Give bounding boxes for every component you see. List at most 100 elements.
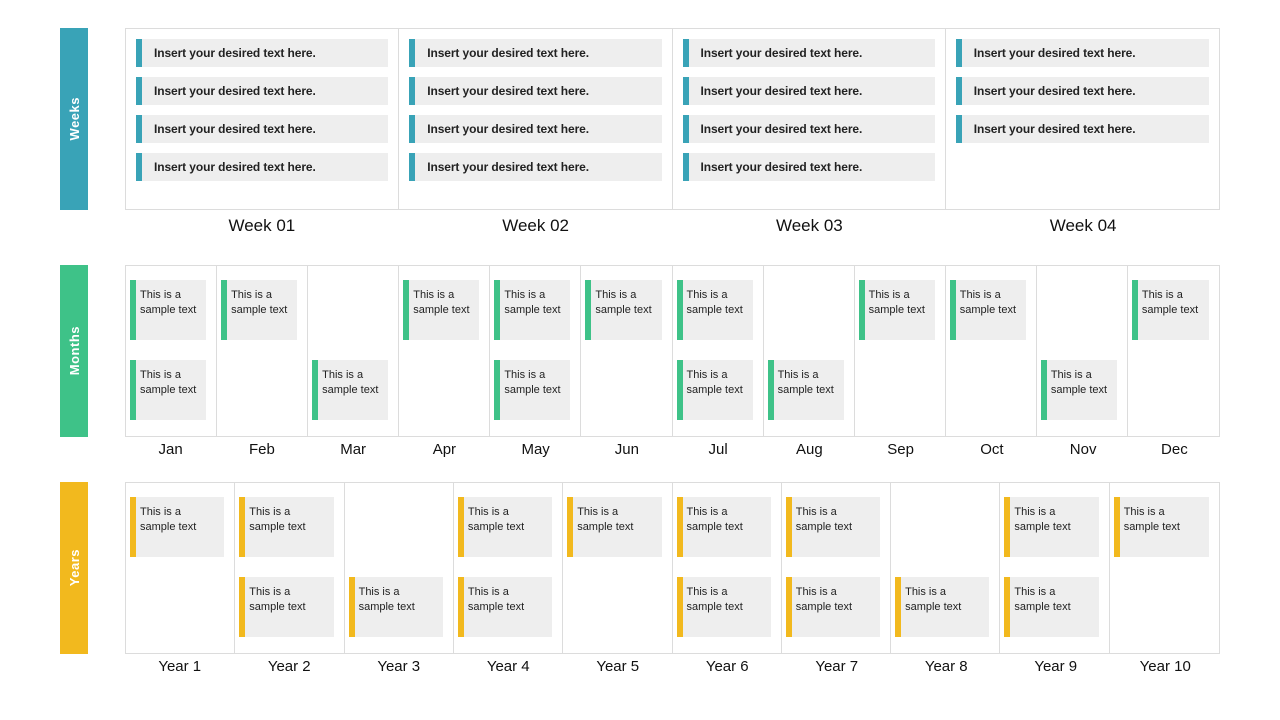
week-item: Insert your desired text here.: [409, 153, 661, 181]
year-column-label: Year 8: [892, 658, 1002, 675]
row-label-years-text: Years: [67, 549, 82, 586]
months-column: This is a sample text: [946, 266, 1037, 436]
year-column-label: Year 3: [344, 658, 454, 675]
row-label-months-text: Months: [67, 326, 82, 375]
timeline-card: This is a sample text: [677, 497, 771, 557]
week-column-label: Week 01: [125, 216, 399, 236]
months-column: This is a sample text: [217, 266, 308, 436]
week-item: Insert your desired text here.: [136, 115, 388, 143]
week-column-label: Week 04: [946, 216, 1220, 236]
timeline-card: This is a sample text: [1041, 360, 1117, 420]
year-column-label: Year 2: [235, 658, 345, 675]
months-grid: This is a sample textThis is a sample te…: [125, 265, 1220, 437]
row-label-years: Years: [60, 482, 88, 654]
week-item: Insert your desired text here.: [956, 39, 1209, 67]
timeline-card: This is a sample text: [403, 280, 479, 340]
week-item: Insert your desired text here.: [136, 153, 388, 181]
months-column: This is a sample text: [581, 266, 672, 436]
week-item: Insert your desired text here.: [683, 39, 935, 67]
month-column-label: Apr: [399, 441, 490, 458]
months-column: This is a sample text This is a sample te…: [490, 266, 581, 436]
month-column-label: Jun: [581, 441, 672, 458]
timeline-card: This is a sample text: [494, 280, 570, 340]
month-column-label: Dec: [1129, 441, 1220, 458]
timeline-card: This is a sample text: [859, 280, 935, 340]
timeline-card: This is a sample text: [130, 497, 224, 557]
month-column-label: Nov: [1038, 441, 1129, 458]
timeline-card: This is a sample text: [312, 360, 388, 420]
month-column-label: Jan: [125, 441, 216, 458]
timeline-card: This is a sample text: [1132, 280, 1209, 340]
month-column-label: Sep: [855, 441, 946, 458]
months-column: This is a sample text: [1037, 266, 1128, 436]
years-grid: This is a sample textThis is a sample te…: [125, 482, 1220, 654]
timeline-card: This is a sample text: [130, 360, 206, 420]
months-column: This is a sample text: [308, 266, 399, 436]
week-item: Insert your desired text here.: [956, 115, 1209, 143]
weeks-column: Insert your desired text here. Insert you…: [399, 29, 672, 209]
years-column: This is a sample text: [563, 483, 672, 653]
years-column: This is a sample text: [345, 483, 454, 653]
weeks-column: Insert your desired text here. Insert you…: [673, 29, 946, 209]
week-item: Insert your desired text here.: [683, 115, 935, 143]
years-column: This is a sample text This is a sample te…: [673, 483, 782, 653]
weeks-grid: Insert your desired text here. Insert you…: [125, 28, 1220, 210]
timeline-card: This is a sample text: [494, 360, 570, 420]
week-item: Insert your desired text here.: [409, 115, 661, 143]
timeline-card: This is a sample text: [1004, 577, 1098, 637]
timeline-card: This is a sample text: [786, 497, 880, 557]
week-item: Insert your desired text here.: [683, 77, 935, 105]
timeline-card: This is a sample text: [239, 577, 333, 637]
timeline-diagram: Weeks Months Years Insert your desired t…: [0, 0, 1280, 720]
timeline-card: This is a sample text: [349, 577, 443, 637]
week-item: Insert your desired text here.: [409, 77, 661, 105]
year-column-label: Year 10: [1111, 658, 1221, 675]
month-column-label: Mar: [308, 441, 399, 458]
years-column: This is a sample text This is a sample te…: [782, 483, 891, 653]
weeks-column: Insert your desired text here. Insert you…: [126, 29, 399, 209]
timeline-card: This is a sample text: [239, 497, 333, 557]
year-column-label: Year 5: [563, 658, 673, 675]
week-column-label: Week 02: [399, 216, 673, 236]
week-item: Insert your desired text here.: [136, 77, 388, 105]
timeline-card: This is a sample text: [677, 280, 753, 340]
years-labels: Year 1Year 2Year 3Year 4Year 5Year 6 Year…: [125, 658, 1220, 675]
week-item: Insert your desired text here.: [136, 39, 388, 67]
timeline-card: This is a sample text: [458, 497, 552, 557]
timeline-card: This is a sample text: [1004, 497, 1098, 557]
years-column: This is a sample text: [126, 483, 235, 653]
weeks-column: Insert your desired text here. Insert you…: [946, 29, 1219, 209]
months-column: This is a sample textThis is a sample te…: [673, 266, 764, 436]
month-column-label: Aug: [764, 441, 855, 458]
years-column: This is a sample text This is a sample te…: [1000, 483, 1109, 653]
timeline-card: This is a sample text: [567, 497, 661, 557]
week-item: Insert your desired text here.: [956, 77, 1209, 105]
week-column-label: Week 03: [673, 216, 947, 236]
year-column-label: Year 4: [454, 658, 564, 675]
timeline-card: This is a sample text: [768, 360, 844, 420]
months-column: This is a sample text This is a sample te…: [126, 266, 217, 436]
week-item: Insert your desired text here.: [409, 39, 661, 67]
timeline-card: This is a sample text: [677, 577, 771, 637]
timeline-card: This is a sample text: [950, 280, 1026, 340]
months-column: This is a sample text: [399, 266, 490, 436]
years-column: This is a sample text: [1110, 483, 1219, 653]
year-column-label: Year 1: [125, 658, 235, 675]
month-column-label: Oct: [946, 441, 1037, 458]
month-column-label: Feb: [216, 441, 307, 458]
months-column: This is a sample text: [855, 266, 946, 436]
timeline-card: This is a sample text: [786, 577, 880, 637]
months-labels: JanFebMarAprMayJunJulAugSepOctNovDec: [125, 441, 1220, 458]
month-column-label: May: [490, 441, 581, 458]
row-label-weeks-text: Weeks: [67, 97, 82, 140]
timeline-card: This is a sample text: [585, 280, 661, 340]
months-column: This is a sample text: [1128, 266, 1219, 436]
timeline-card: This is a sample text: [458, 577, 552, 637]
year-column-label: Year 6: [673, 658, 783, 675]
month-column-label: Jul: [673, 441, 764, 458]
row-label-weeks: Weeks: [60, 28, 88, 210]
timeline-card: This is a sample text: [130, 280, 206, 340]
years-column: This is a sample text: [891, 483, 1000, 653]
row-label-months: Months: [60, 265, 88, 437]
year-column-label: Year 9: [1001, 658, 1111, 675]
